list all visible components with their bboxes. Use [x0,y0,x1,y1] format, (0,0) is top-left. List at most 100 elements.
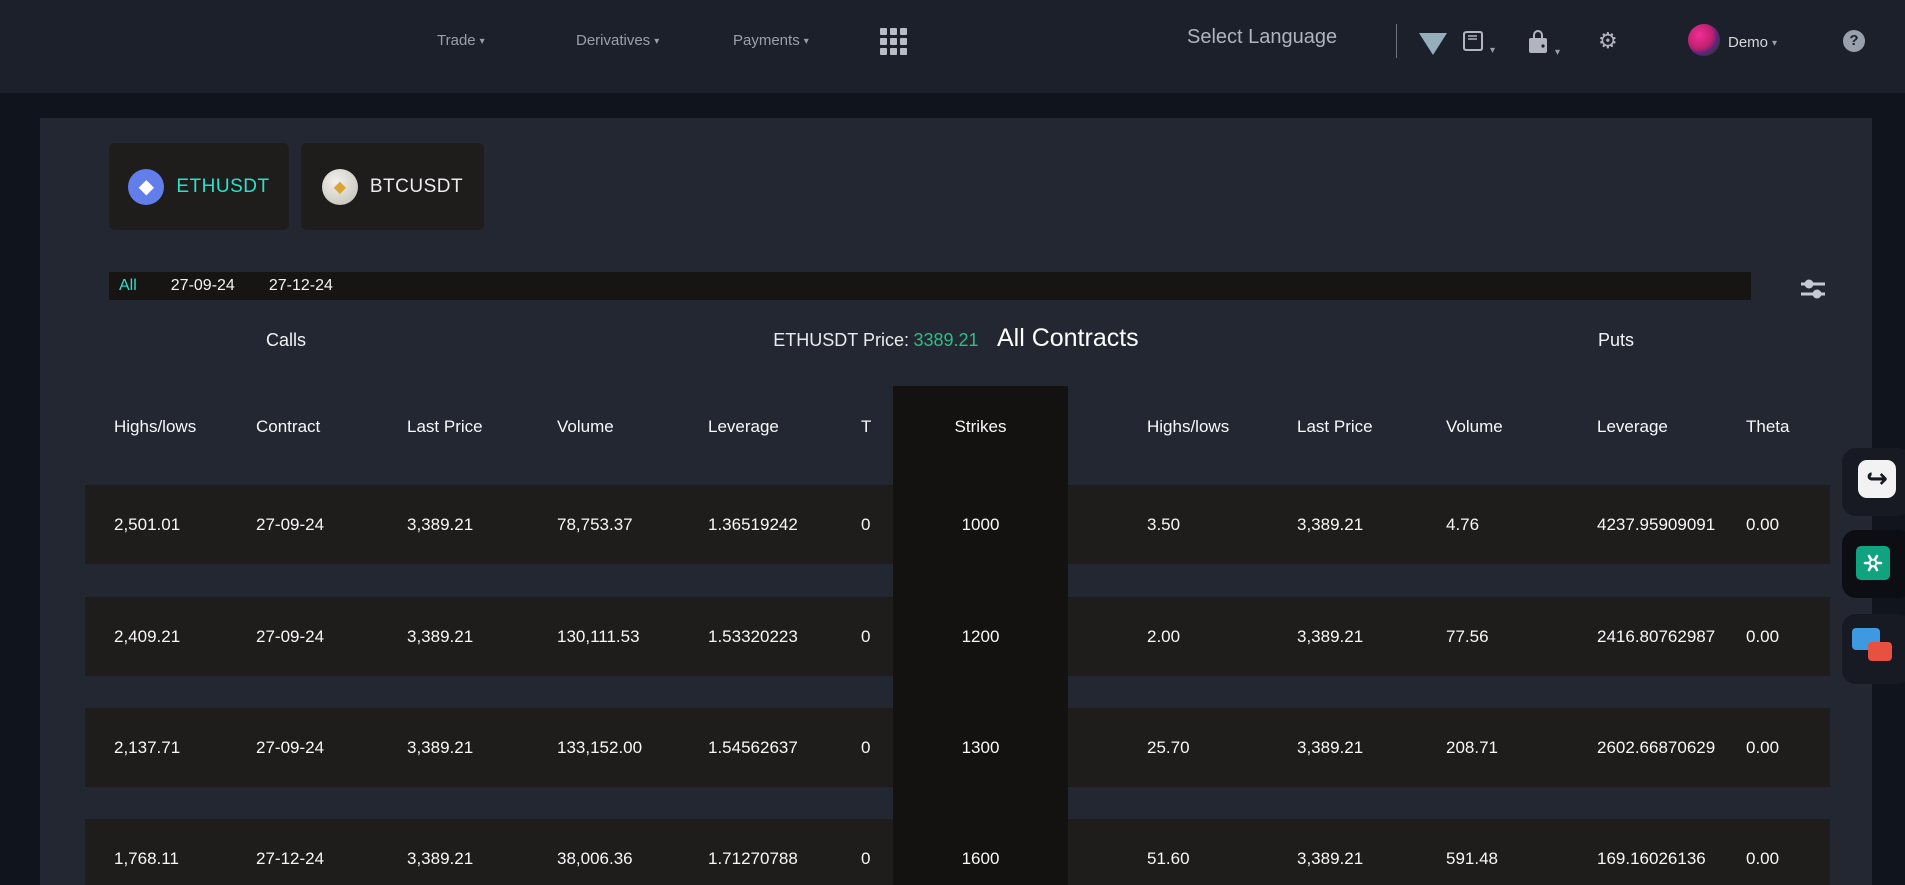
cell-last: 3,389.21 [1297,737,1364,757]
avatar[interactable] [1688,24,1720,56]
cell-leverage: 1.71270788 [708,848,798,868]
price-value: 3389.21 [913,330,979,350]
cell-theta: 0.00 [1746,626,1780,646]
col-header: Volume [1446,417,1503,436]
cell-last: 3,389.21 [407,626,474,646]
expiry-tab-27-09-24[interactable]: 27-09-24 [171,277,235,295]
cell-theta: 0 [861,514,871,534]
chevron-down-icon: ▾ [1490,45,1496,56]
wallet-icon[interactable]: ▾ [1525,30,1560,61]
share-button[interactable]: ↪ [1858,460,1896,498]
col-header: Last Price [407,417,483,436]
cell-theta: 0.00 [1746,848,1780,868]
top-nav: Trade ▾ Derivatives ▾ Payments ▾ Select Lan… [0,0,1905,93]
chat-widget [1842,614,1905,684]
orders-book-icon[interactable]: ▾ [1460,30,1495,59]
cell-leverage: 2416.80762987 [1597,626,1716,646]
nav-payments[interactable]: Payments ▾ [733,32,809,49]
col-header: Leverage [708,417,779,436]
user-menu[interactable]: Demo ▾ [1728,34,1777,51]
openai-button[interactable] [1856,546,1890,580]
asset-label: ETHUSDT [176,175,270,197]
filter-sliders-icon[interactable] [1800,278,1826,300]
btc-icon: ◆ [321,168,358,205]
tab-btcusdt[interactable]: ◆ BTCUSDT [301,143,484,230]
chat-bubble-icon [1868,642,1892,661]
help-icon[interactable]: ? [1843,30,1865,52]
cell-theta: 0 [861,626,871,646]
cell-theta: 0.00 [1746,737,1780,757]
nav-trade[interactable]: Trade ▾ [437,32,485,49]
expiry-tab-all[interactable]: All [119,277,137,295]
strikes-header: Strikes [954,417,1007,436]
col-header: T [861,417,872,436]
openai-icon [1863,554,1883,572]
cell-highs: 2,501.01 [114,514,181,534]
options-trading-screen: Trade ▾ Derivatives ▾ Payments ▾ Select Lan… [0,0,1905,885]
assistant-widget [1842,530,1905,598]
chat-button[interactable] [1852,628,1898,670]
tab-ethusdt[interactable]: ◆ ETHUSDT [109,143,289,230]
nav-derivatives[interactable]: Derivatives ▾ [576,32,659,49]
cell-leverage: 1.54562637 [708,737,798,757]
price-label: ETHUSDT Price: [773,330,909,350]
strike-value: 1600 [961,849,1000,868]
cell-leverage: 2602.66870629 [1597,737,1716,757]
cell-last: 3,389.21 [407,848,474,868]
cell-contract: 27-09-24 [256,626,325,646]
share-widget: ↪ [1842,448,1905,516]
cell-volume: 78,753.37 [557,514,633,534]
col-header: Leverage [1597,417,1668,436]
chevron-down-icon: ▾ [654,36,660,47]
col-header: Volume [557,417,614,436]
col-header: Theta [1746,417,1790,436]
cell-highs: 25.70 [1147,737,1190,757]
puts-headers: Highs/lows Last Price Volume Leverage Th… [1068,417,1828,437]
cell-leverage: 1.53320223 [708,626,798,646]
expiry-tab-27-12-24[interactable]: 27-12-24 [269,277,333,295]
col-header: Highs/lows [1147,417,1230,436]
apps-grid-icon[interactable] [880,28,908,56]
cell-highs: 2,409.21 [114,626,181,646]
cell-highs: 3.50 [1147,514,1181,534]
all-contracts-title: All Contracts [996,324,1139,352]
cell-leverage: 4237.95909091 [1597,514,1716,534]
cell-volume: 208.71 [1446,737,1498,757]
cell-contract: 27-09-24 [256,737,325,757]
language-flag-icon[interactable] [1419,33,1447,55]
cell-contract: 27-09-24 [256,514,325,534]
cell-leverage: 169.16026136 [1597,848,1706,868]
chevron-down-icon: ▾ [479,36,485,47]
cell-highs: 51.60 [1147,848,1190,868]
asset-label: BTCUSDT [369,175,464,197]
nav-divider [1396,24,1397,58]
cell-volume: 4.76 [1446,514,1480,534]
options-chain-panel: ◆ ETHUSDT ◆ BTCUSDT All 27-09-24 27-12-2… [40,118,1872,885]
cell-leverage: 1.36519242 [708,514,798,534]
cell-contract: 27-12-24 [256,848,325,868]
cell-highs: 2.00 [1147,626,1181,646]
chevron-down-icon: ▾ [1555,47,1561,58]
cell-last: 3,389.21 [407,514,474,534]
strike-value: 1000 [961,515,1000,534]
cell-last: 3,389.21 [1297,626,1364,646]
cell-volume: 38,006.36 [557,848,633,868]
calls-headers: Highs/lows Contract Last Price Volume Le… [85,417,893,437]
share-icon: ↪ [1866,463,1888,493]
cell-volume: 133,152.00 [557,737,643,757]
col-header: Highs/lows [114,417,197,436]
col-header: Contract [256,417,321,436]
calls-title: Calls [266,330,307,350]
cell-highs: 1,768.11 [114,848,179,868]
cell-highs: 2,137.71 [114,737,181,757]
chevron-down-icon: ▾ [1772,38,1778,49]
strike-value: 1200 [961,627,1000,646]
cell-last: 3,389.21 [407,737,474,757]
cell-last: 3,389.21 [1297,848,1364,868]
cell-volume: 130,111.53 [557,626,640,646]
gear-icon[interactable]: ⚙ [1598,28,1618,54]
puts-title: Puts [1598,330,1635,350]
cell-theta: 0 [861,848,871,868]
eth-icon: ◆ [128,168,165,205]
select-language[interactable]: Select Language [1187,26,1337,49]
